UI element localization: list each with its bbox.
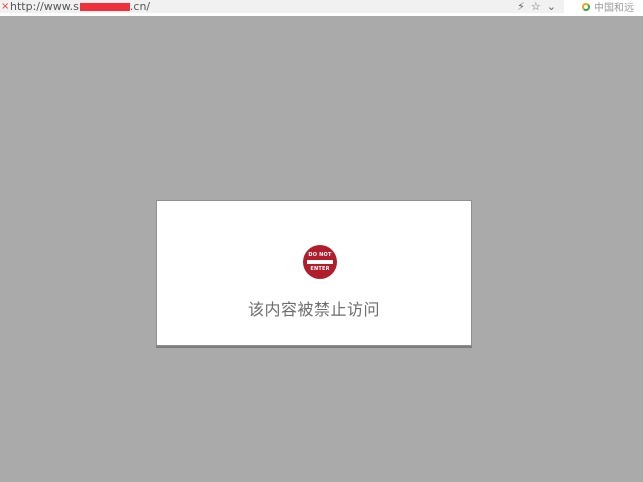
address-bar-icons: ⚡ ☆ ⌄ [517,0,556,13]
redaction-mark [79,2,130,11]
chevron-down-icon[interactable]: ⌄ [547,0,556,13]
lightning-icon[interactable]: ⚡ [517,0,525,13]
url-text[interactable]: http://www.s .cn/ [10,1,150,12]
star-icon[interactable]: ☆ [531,0,541,13]
search-placeholder: 中国和远 [594,3,634,13]
blocked-content-dialog: DO NOT ENTER 该内容被禁止访问 [156,200,472,346]
do-not-enter-icon: DO NOT ENTER [303,245,337,279]
blocked-message: 该内容被禁止访问 [247,300,380,319]
url-prefix: http://www.s [10,0,79,13]
address-bar[interactable]: × http://www.s .cn/ ⚡ ☆ ⌄ [0,0,564,13]
close-icon[interactable]: × [1,1,9,12]
sign-bottom-text: ENTER [310,266,330,272]
sign-top-text: DO NOT [308,252,332,258]
browser-toolbar: × http://www.s .cn/ ⚡ ☆ ⌄ 中国和远 [0,0,643,16]
url-suffix: .cn/ [129,0,151,13]
sign-bar [307,260,333,264]
search-box[interactable]: 中国和远 [574,0,643,13]
search-engine-icon [582,2,590,11]
